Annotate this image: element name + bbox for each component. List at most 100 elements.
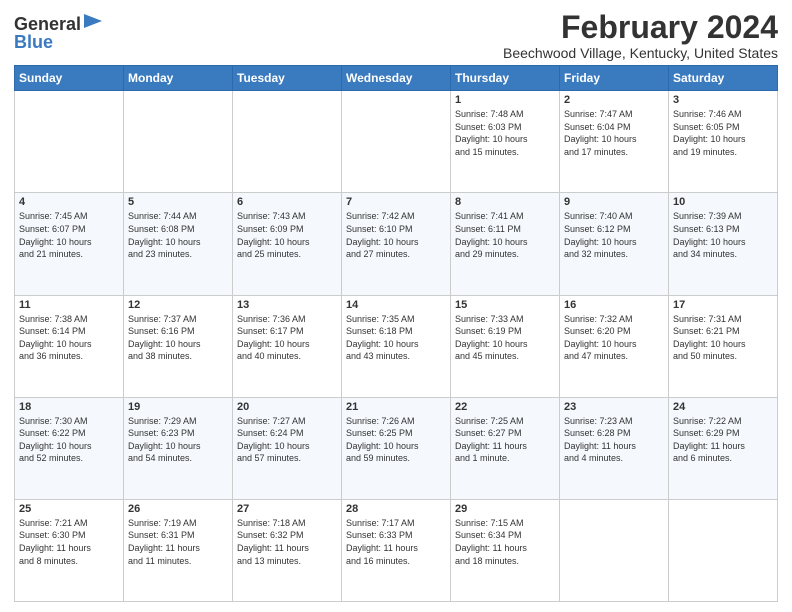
header-area: General Blue February 2024 Beechwood Vil… (14, 10, 778, 61)
day-number: 22 (455, 401, 555, 413)
day-info: Sunrise: 7:39 AM Sunset: 6:13 PM Dayligh… (673, 210, 773, 260)
day-info: Sunrise: 7:30 AM Sunset: 6:22 PM Dayligh… (19, 415, 119, 465)
day-number: 9 (564, 196, 664, 208)
day-number: 6 (237, 196, 337, 208)
day-number: 1 (455, 94, 555, 106)
logo: General Blue (14, 14, 102, 51)
calendar-cell (233, 91, 342, 193)
calendar-cell: 11Sunrise: 7:38 AM Sunset: 6:14 PM Dayli… (15, 295, 124, 397)
calendar-cell: 4 Sunrise: 7:45 AM Sunset: 6:07 PM Daylig… (15, 193, 124, 295)
header-row: SundayMondayTuesdayWednesdayThursdayFrid… (15, 66, 778, 91)
column-header-tuesday: Tuesday (233, 66, 342, 91)
calendar-cell: 10 Sunrise: 7:39 AM Sunset: 6:13 PM Dayli… (669, 193, 778, 295)
day-info: Sunrise: 7:22 AM Sunset: 6:29 PM Dayligh… (673, 415, 773, 465)
day-info: Sunrise: 7:45 AM Sunset: 6:07 PM Dayligh… (19, 210, 119, 260)
column-header-friday: Friday (560, 66, 669, 91)
day-info: Sunrise: 7:43 AM Sunset: 6:09 PM Dayligh… (237, 210, 337, 260)
day-number: 15 (455, 299, 555, 311)
calendar-cell: 12Sunrise: 7:37 AM Sunset: 6:16 PM Dayli… (124, 295, 233, 397)
calendar-cell: 22 Sunrise: 7:25 AM Sunset: 6:27 PM Dayli… (451, 397, 560, 499)
calendar-cell: 16 Sunrise: 7:32 AM Sunset: 6:20 PM Dayli… (560, 295, 669, 397)
calendar-cell: 15 Sunrise: 7:33 AM Sunset: 6:19 PM Dayli… (451, 295, 560, 397)
day-info: Sunrise: 7:23 AM Sunset: 6:28 PM Dayligh… (564, 415, 664, 465)
day-number: 21 (346, 401, 446, 413)
week-row-3: 11Sunrise: 7:38 AM Sunset: 6:14 PM Dayli… (15, 295, 778, 397)
day-number: 2 (564, 94, 664, 106)
day-number: 23 (564, 401, 664, 413)
week-row-4: 18 Sunrise: 7:30 AM Sunset: 6:22 PM Dayli… (15, 397, 778, 499)
title-area: February 2024 Beechwood Village, Kentuck… (503, 10, 778, 61)
day-info: Sunrise: 7:41 AM Sunset: 6:11 PM Dayligh… (455, 210, 555, 260)
day-info: Sunrise: 7:40 AM Sunset: 6:12 PM Dayligh… (564, 210, 664, 260)
day-info: Sunrise: 7:37 AM Sunset: 6:16 PM Dayligh… (128, 313, 228, 363)
day-number: 17 (673, 299, 773, 311)
day-info: Sunrise: 7:26 AM Sunset: 6:25 PM Dayligh… (346, 415, 446, 465)
day-info: Sunrise: 7:32 AM Sunset: 6:20 PM Dayligh… (564, 313, 664, 363)
day-number: 5 (128, 196, 228, 208)
day-number: 11 (19, 299, 119, 311)
calendar-cell: 17 Sunrise: 7:31 AM Sunset: 6:21 PM Dayli… (669, 295, 778, 397)
calendar-cell: 19Sunrise: 7:29 AM Sunset: 6:23 PM Dayli… (124, 397, 233, 499)
calendar-cell: 25 Sunrise: 7:21 AM Sunset: 6:30 PM Dayli… (15, 499, 124, 601)
week-row-2: 4 Sunrise: 7:45 AM Sunset: 6:07 PM Daylig… (15, 193, 778, 295)
calendar-cell: 29Sunrise: 7:15 AM Sunset: 6:34 PM Dayli… (451, 499, 560, 601)
day-info: Sunrise: 7:47 AM Sunset: 6:04 PM Dayligh… (564, 108, 664, 158)
day-number: 28 (346, 503, 446, 515)
day-number: 27 (237, 503, 337, 515)
calendar-page: General Blue February 2024 Beechwood Vil… (0, 0, 792, 612)
logo-general: General (14, 15, 81, 33)
calendar-cell: 5 Sunrise: 7:44 AM Sunset: 6:08 PM Daylig… (124, 193, 233, 295)
day-number: 18 (19, 401, 119, 413)
day-number: 10 (673, 196, 773, 208)
calendar-cell: 2 Sunrise: 7:47 AM Sunset: 6:04 PM Daylig… (560, 91, 669, 193)
day-number: 14 (346, 299, 446, 311)
calendar-cell: 1 Sunrise: 7:48 AM Sunset: 6:03 PM Daylig… (451, 91, 560, 193)
calendar-cell: 9 Sunrise: 7:40 AM Sunset: 6:12 PM Daylig… (560, 193, 669, 295)
day-number: 13 (237, 299, 337, 311)
column-header-thursday: Thursday (451, 66, 560, 91)
calendar-cell: 24 Sunrise: 7:22 AM Sunset: 6:29 PM Dayli… (669, 397, 778, 499)
day-number: 29 (455, 503, 555, 515)
column-header-saturday: Saturday (669, 66, 778, 91)
calendar-cell (15, 91, 124, 193)
day-number: 8 (455, 196, 555, 208)
day-info: Sunrise: 7:29 AM Sunset: 6:23 PM Dayligh… (128, 415, 228, 465)
day-info: Sunrise: 7:44 AM Sunset: 6:08 PM Dayligh… (128, 210, 228, 260)
calendar-cell: 6 Sunrise: 7:43 AM Sunset: 6:09 PM Daylig… (233, 193, 342, 295)
logo-arrow-icon (84, 14, 102, 28)
calendar-cell: 13Sunrise: 7:36 AM Sunset: 6:17 PM Dayli… (233, 295, 342, 397)
calendar-cell: 3Sunrise: 7:46 AM Sunset: 6:05 PM Daylig… (669, 91, 778, 193)
day-info: Sunrise: 7:21 AM Sunset: 6:30 PM Dayligh… (19, 517, 119, 567)
day-info: Sunrise: 7:46 AM Sunset: 6:05 PM Dayligh… (673, 108, 773, 158)
day-info: Sunrise: 7:17 AM Sunset: 6:33 PM Dayligh… (346, 517, 446, 567)
day-info: Sunrise: 7:35 AM Sunset: 6:18 PM Dayligh… (346, 313, 446, 363)
day-number: 26 (128, 503, 228, 515)
calendar-cell: 21 Sunrise: 7:26 AM Sunset: 6:25 PM Dayli… (342, 397, 451, 499)
day-info: Sunrise: 7:25 AM Sunset: 6:27 PM Dayligh… (455, 415, 555, 465)
day-number: 4 (19, 196, 119, 208)
calendar-cell: 14 Sunrise: 7:35 AM Sunset: 6:18 PM Dayli… (342, 295, 451, 397)
calendar-cell: 28 Sunrise: 7:17 AM Sunset: 6:33 PM Dayli… (342, 499, 451, 601)
calendar-cell: 26Sunrise: 7:19 AM Sunset: 6:31 PM Dayli… (124, 499, 233, 601)
calendar-cell: 7Sunrise: 7:42 AM Sunset: 6:10 PM Daylig… (342, 193, 451, 295)
day-number: 20 (237, 401, 337, 413)
calendar-cell: 18 Sunrise: 7:30 AM Sunset: 6:22 PM Dayli… (15, 397, 124, 499)
calendar-cell: 8 Sunrise: 7:41 AM Sunset: 6:11 PM Daylig… (451, 193, 560, 295)
calendar-cell: 20Sunrise: 7:27 AM Sunset: 6:24 PM Dayli… (233, 397, 342, 499)
day-number: 24 (673, 401, 773, 413)
day-info: Sunrise: 7:31 AM Sunset: 6:21 PM Dayligh… (673, 313, 773, 363)
day-number: 25 (19, 503, 119, 515)
calendar-cell: 23 Sunrise: 7:23 AM Sunset: 6:28 PM Dayli… (560, 397, 669, 499)
calendar-table: SundayMondayTuesdayWednesdayThursdayFrid… (14, 65, 778, 602)
day-info: Sunrise: 7:48 AM Sunset: 6:03 PM Dayligh… (455, 108, 555, 158)
calendar-title: February 2024 (503, 10, 778, 45)
day-info: Sunrise: 7:33 AM Sunset: 6:19 PM Dayligh… (455, 313, 555, 363)
column-header-monday: Monday (124, 66, 233, 91)
day-number: 16 (564, 299, 664, 311)
day-info: Sunrise: 7:42 AM Sunset: 6:10 PM Dayligh… (346, 210, 446, 260)
column-header-wednesday: Wednesday (342, 66, 451, 91)
logo-blue: Blue (14, 33, 53, 51)
week-row-5: 25 Sunrise: 7:21 AM Sunset: 6:30 PM Dayli… (15, 499, 778, 601)
day-info: Sunrise: 7:18 AM Sunset: 6:32 PM Dayligh… (237, 517, 337, 567)
calendar-cell (669, 499, 778, 601)
